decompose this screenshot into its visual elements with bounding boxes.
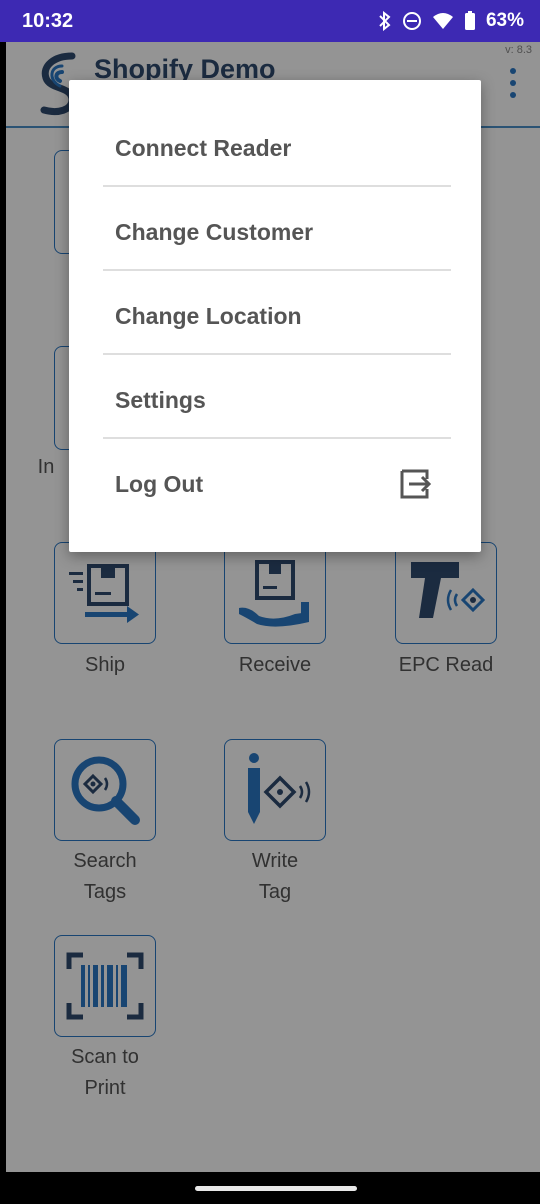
menu-divider — [103, 185, 451, 187]
menu-item-change-customer[interactable]: Change Customer — [103, 190, 451, 274]
overflow-menu: Connect Reader Change Customer Change Lo… — [69, 80, 481, 552]
menu-divider — [103, 353, 451, 355]
bluetooth-icon — [379, 11, 391, 31]
status-time: 10:32 — [22, 9, 74, 32]
menu-item-connect-reader[interactable]: Connect Reader — [103, 106, 451, 190]
battery-percent: 63% — [485, 10, 524, 31]
menu-divider — [103, 269, 451, 271]
app-screen: Shopify Demo v: 8.3 In Ship Receive EPC … — [6, 42, 540, 1172]
status-bar: 10:32 63% — [0, 0, 540, 42]
system-nav-bar — [0, 1172, 540, 1204]
screen-edge — [0, 42, 6, 1172]
menu-item-settings[interactable]: Settings — [103, 358, 451, 442]
battery-icon — [464, 11, 475, 30]
menu-item-log-out[interactable]: Log Out — [103, 442, 451, 526]
menu-item-change-location[interactable]: Change Location — [103, 274, 451, 358]
wifi-icon — [432, 13, 453, 29]
menu-divider — [103, 437, 451, 439]
status-icons: 63% — [378, 10, 524, 32]
do-not-disturb-icon — [402, 12, 421, 30]
logout-icon — [400, 469, 432, 499]
home-gesture-handle[interactable] — [195, 1186, 357, 1191]
